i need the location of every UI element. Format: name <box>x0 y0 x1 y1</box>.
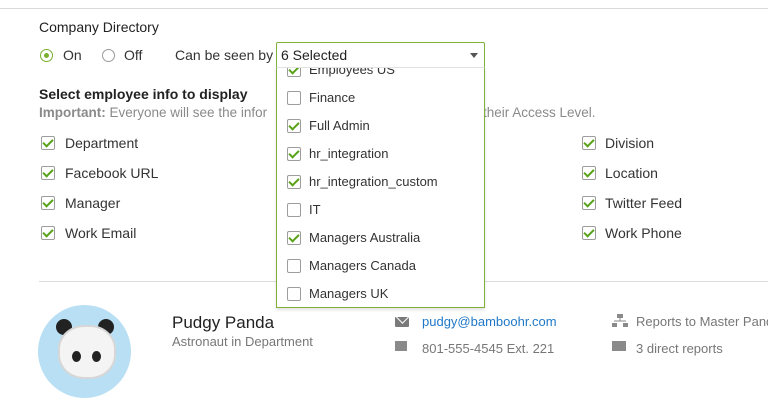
panda-face-icon <box>58 325 116 379</box>
top-divider <box>0 8 768 9</box>
option-label[interactable]: Full Admin <box>309 118 370 133</box>
checkbox-work-email[interactable] <box>41 226 55 240</box>
option-label[interactable]: hr_integration <box>309 146 389 161</box>
option-checkbox[interactable] <box>287 119 301 133</box>
option-label[interactable]: Managers Australia <box>309 230 420 245</box>
panda-eye-icon <box>72 351 81 362</box>
option-label[interactable]: Finance <box>309 90 355 105</box>
dropdown-option[interactable]: Managers UK <box>277 280 484 307</box>
option-checkbox[interactable] <box>287 231 301 245</box>
note-left: Everyone will see the infor <box>109 105 268 120</box>
field-label-facebook-url[interactable]: Facebook URL <box>65 165 158 181</box>
direct-reports-link[interactable]: 3 direct reports <box>636 341 723 356</box>
checkbox-location[interactable] <box>582 166 596 180</box>
checkbox-manager[interactable] <box>41 196 55 210</box>
checkbox-twitter-feed[interactable] <box>582 196 596 210</box>
dropdown-option[interactable]: Managers Australia <box>277 224 484 252</box>
employee-title: Astronaut in Department <box>172 334 313 349</box>
avatar <box>38 305 131 398</box>
field-label-twitter-feed[interactable]: Twitter Feed <box>605 195 682 211</box>
option-checkbox[interactable] <box>287 287 301 301</box>
checkbox-division[interactable] <box>582 136 596 150</box>
dropdown-option[interactable]: Employees US <box>277 68 484 84</box>
option-checkbox[interactable] <box>287 91 301 105</box>
checkbox-facebook-url[interactable] <box>41 166 55 180</box>
option-label[interactable]: IT <box>309 202 321 217</box>
org-chart-icon <box>612 314 628 327</box>
info-note: Important: Everyone will see the infor <box>39 105 267 120</box>
employee-name: Pudgy Panda <box>172 313 275 332</box>
section-title: Company Directory <box>39 19 159 35</box>
radio-off[interactable] <box>102 49 115 62</box>
direct-reports-icon <box>612 341 626 351</box>
radio-on[interactable] <box>40 49 53 62</box>
employee-email-link[interactable]: pudgy@bamboohr.com <box>422 314 557 329</box>
panda-eye-icon <box>92 351 101 362</box>
dropdown-option[interactable]: Full Admin <box>277 112 484 140</box>
can-be-seen-label: Can be seen by <box>175 47 274 63</box>
field-label-manager[interactable]: Manager <box>65 195 120 211</box>
radio-on-label[interactable]: On <box>63 47 82 63</box>
field-label-work-email[interactable]: Work Email <box>65 225 136 241</box>
dropdown-option[interactable]: hr_integration <box>277 140 484 168</box>
option-label[interactable]: Managers UK <box>309 286 388 301</box>
dropdown-option[interactable]: IT <box>277 196 484 224</box>
access-level-dropdown[interactable]: Employees US Finance Full Admin hr_integ… <box>276 67 485 308</box>
checkbox-work-phone[interactable] <box>582 226 596 240</box>
option-checkbox[interactable] <box>287 175 301 189</box>
field-label-work-phone[interactable]: Work Phone <box>605 225 682 241</box>
option-checkbox[interactable] <box>287 68 301 77</box>
field-label-division[interactable]: Division <box>605 135 654 151</box>
important-label: Important: <box>39 105 106 120</box>
phone-icon <box>395 341 407 351</box>
option-label[interactable]: Managers Canada <box>309 258 416 273</box>
reports-to-link[interactable]: Reports to Master Pand <box>636 314 768 329</box>
dropdown-option[interactable]: Finance <box>277 84 484 112</box>
mail-icon <box>395 317 409 327</box>
dropdown-option[interactable]: hr_integration_custom <box>277 168 484 196</box>
checkbox-department[interactable] <box>41 136 55 150</box>
option-checkbox[interactable] <box>287 147 301 161</box>
employee-phone: 801-555-4545 Ext. 221 <box>422 341 555 356</box>
field-label-department[interactable]: Department <box>65 135 138 151</box>
info-heading: Select employee info to display <box>39 86 248 102</box>
option-label[interactable]: Employees US <box>309 68 395 77</box>
info-note-right: their Access Level. <box>483 105 596 120</box>
field-label-location[interactable]: Location <box>605 165 658 181</box>
option-checkbox[interactable] <box>287 259 301 273</box>
chevron-down-icon[interactable] <box>470 53 478 58</box>
option-checkbox[interactable] <box>287 203 301 217</box>
dropdown-option[interactable]: Managers Canada <box>277 252 484 280</box>
radio-off-label[interactable]: Off <box>124 47 142 63</box>
select-value[interactable]: 6 Selected <box>281 47 347 63</box>
option-label[interactable]: hr_integration_custom <box>309 174 438 189</box>
